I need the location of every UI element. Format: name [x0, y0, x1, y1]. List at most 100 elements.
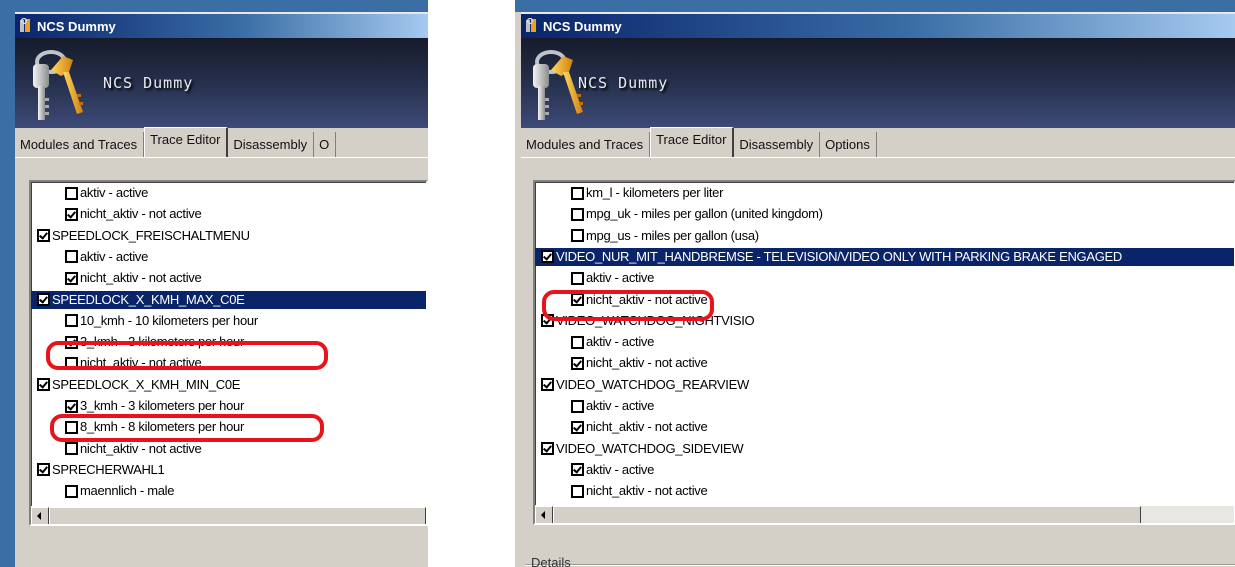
tab-modules-and-traces[interactable]: Modules and Traces — [15, 132, 145, 157]
details-groupbox-border-highlight — [525, 565, 1235, 566]
tree-option-row[interactable]: 8_kmh - 8 kilometers per hour — [31, 418, 426, 436]
keys-icon — [18, 17, 34, 34]
checkbox-unchecked[interactable] — [571, 229, 584, 243]
checkbox-unchecked[interactable] — [571, 335, 584, 349]
checkbox-checked[interactable] — [571, 356, 584, 370]
tree-option-row[interactable]: nicht_aktiv - not active — [31, 205, 426, 223]
tree-option-row[interactable]: aktiv - active — [31, 248, 426, 266]
tab-o[interactable]: O — [314, 132, 337, 157]
tab-bar: Modules and Traces Trace Editor Disassembl… — [521, 127, 1235, 158]
app-window: NCS Dummy NCS Dummy Modules and Traces Tr… — [15, 12, 428, 567]
tree-option-row[interactable]: nicht_aktiv - not active — [31, 440, 426, 458]
tree-row-label: nicht_aktiv - not active — [586, 355, 708, 371]
tree-row-label: SPRECHERWAHL1 — [52, 461, 165, 477]
checkbox-checked[interactable] — [65, 399, 78, 413]
scroll-left-button[interactable] — [535, 506, 553, 523]
checkbox-checked[interactable] — [37, 378, 50, 392]
tree-row-label: 8_kmh - 8 kilometers per hour — [80, 419, 244, 435]
tree-option-row[interactable]: nicht_aktiv - not active — [535, 291, 1234, 309]
tree-parameter-row[interactable]: VIDEO_WATCHDOG_REARVIEW — [535, 376, 1234, 394]
checkbox-unchecked[interactable] — [65, 420, 78, 434]
title-bar[interactable]: NCS Dummy — [15, 12, 428, 38]
checkbox-unchecked[interactable] — [65, 356, 78, 370]
checkbox-unchecked[interactable] — [65, 484, 78, 498]
checkbox-unchecked[interactable] — [65, 442, 78, 456]
tree-row-label: VIDEO_NUR_MIT_HANDBREMSE - TELEVISION/VI… — [556, 248, 1122, 264]
tab-bar: Modules and Traces Trace Editor Disassembl… — [15, 127, 428, 158]
horizontal-scrollbar[interactable] — [31, 506, 426, 524]
checkbox-unchecked[interactable] — [571, 207, 584, 221]
tab-trace-editor[interactable]: Trace Editor — [144, 127, 229, 157]
checkbox-checked[interactable] — [571, 463, 584, 477]
tree-option-row[interactable]: maennlich - male — [31, 482, 426, 500]
tab-trace-editor[interactable]: Trace Editor — [650, 127, 735, 157]
tree-row-label: aktiv - active — [80, 248, 149, 264]
scrollbar-thumb[interactable] — [553, 506, 1141, 523]
tree-option-row[interactable]: aktiv - active — [31, 184, 426, 202]
checkbox-unchecked[interactable] — [571, 484, 584, 498]
left-window: NCS Dummy NCS Dummy Modules and Traces Tr… — [0, 0, 428, 567]
tree-option-row[interactable]: nicht_aktiv - not active — [535, 482, 1234, 500]
window-title: NCS Dummy — [37, 18, 116, 34]
tree-parameter-row[interactable]: VIDEO_WATCHDOG_SIDEVIEW — [535, 440, 1234, 458]
tree-option-row[interactable]: aktiv - active — [535, 269, 1234, 287]
tree-option-row[interactable]: nicht_aktiv - not active — [535, 354, 1234, 372]
tab-modules-and-traces[interactable]: Modules and Traces — [521, 132, 651, 157]
tree-row-label: nicht_aktiv - not active — [80, 270, 202, 286]
tree-option-row[interactable]: nicht_aktiv - not active — [535, 418, 1234, 436]
checkbox-checked[interactable] — [37, 229, 50, 243]
title-bar[interactable]: NCS Dummy — [521, 12, 1235, 38]
keys-icon — [524, 17, 540, 34]
checkbox-checked[interactable] — [541, 250, 554, 264]
tab-disassembly[interactable]: Disassembly — [228, 132, 315, 157]
tree-option-row[interactable]: 10_kmh - 10 kilometers per hour — [31, 312, 426, 330]
tree-row-label: VIDEO_WATCHDOG_REARVIEW — [556, 376, 749, 392]
tree-option-row[interactable]: nicht_aktiv - not active — [31, 269, 426, 287]
tree-parameter-row[interactable]: VIDEO_WATCHDOG_NIGHTVISIO — [535, 312, 1234, 330]
tree-parameter-row[interactable]: SPEEDLOCK_FREISCHALTMENU — [31, 227, 426, 245]
tree-parameter-row[interactable]: SPRECHERWAHL1 — [31, 461, 426, 479]
checkbox-checked[interactable] — [541, 314, 554, 328]
tree-option-row[interactable]: mpg_us - miles per gallon (usa) — [535, 227, 1234, 245]
tree-parameter-row[interactable]: VIDEO_NUR_MIT_HANDBREMSE - TELEVISION/VI… — [535, 247, 1234, 266]
tree-parameter-row[interactable]: SPEEDLOCK_X_KMH_MIN_C0E — [31, 376, 426, 394]
tree-option-row[interactable]: mpg_uk - miles per gallon (united kingdo… — [535, 205, 1234, 223]
tab-disassembly[interactable]: Disassembly — [734, 132, 821, 157]
tree-option-row[interactable]: nicht_aktiv - not active — [31, 354, 426, 372]
checkbox-checked[interactable] — [541, 378, 554, 392]
tree-option-row[interactable]: aktiv - active — [535, 397, 1234, 415]
keys-logo-icon — [33, 50, 83, 120]
tree-row-label: nicht_aktiv - not active — [80, 440, 202, 456]
tree-row-label: SPEEDLOCK_FREISCHALTMENU — [52, 227, 250, 243]
checkbox-unchecked[interactable] — [571, 399, 584, 413]
checkbox-unchecked[interactable] — [65, 250, 78, 264]
scroll-left-button[interactable] — [31, 507, 49, 524]
tab-options[interactable]: Options — [820, 132, 877, 157]
tree-row-label: 3_kmh - 3 kilometers per hour — [80, 334, 244, 350]
checkbox-checked[interactable] — [65, 207, 78, 221]
checkbox-unchecked[interactable] — [65, 314, 78, 328]
checkbox-unchecked[interactable] — [571, 271, 584, 285]
tree-option-row[interactable]: aktiv - active — [535, 333, 1234, 351]
horizontal-scrollbar[interactable] — [535, 505, 1234, 523]
trace-tree[interactable]: km_l - kilometers per liter mpg_uk - mile… — [533, 180, 1235, 525]
checkbox-checked[interactable] — [65, 335, 78, 349]
checkbox-checked[interactable] — [65, 271, 78, 285]
checkbox-checked[interactable] — [571, 420, 584, 434]
desktop-background — [515, 0, 1235, 12]
tree-option-row[interactable]: aktiv - active — [535, 461, 1234, 479]
checkbox-checked[interactable] — [37, 463, 50, 477]
tree-option-row[interactable]: km_l - kilometers per liter — [535, 184, 1234, 202]
tree-row-label: mpg_uk - miles per gallon (united kingdo… — [586, 206, 823, 222]
checkbox-checked[interactable] — [37, 293, 50, 306]
trace-tree[interactable]: aktiv - active nicht_aktiv - not active SP… — [29, 180, 428, 526]
tree-option-row[interactable]: 3_kmh - 3 kilometers per hour — [31, 333, 426, 351]
scrollbar-thumb[interactable] — [49, 507, 426, 524]
checkbox-checked[interactable] — [571, 293, 584, 306]
tree-parameter-row[interactable]: SPEEDLOCK_X_KMH_MAX_C0E — [31, 290, 426, 309]
checkbox-checked[interactable] — [541, 442, 554, 456]
banner-title: NCS Dummy — [103, 74, 194, 92]
checkbox-unchecked[interactable] — [571, 186, 584, 200]
tree-option-row[interactable]: 3_kmh - 3 kilometers per hour — [31, 397, 426, 415]
checkbox-unchecked[interactable] — [65, 186, 78, 200]
